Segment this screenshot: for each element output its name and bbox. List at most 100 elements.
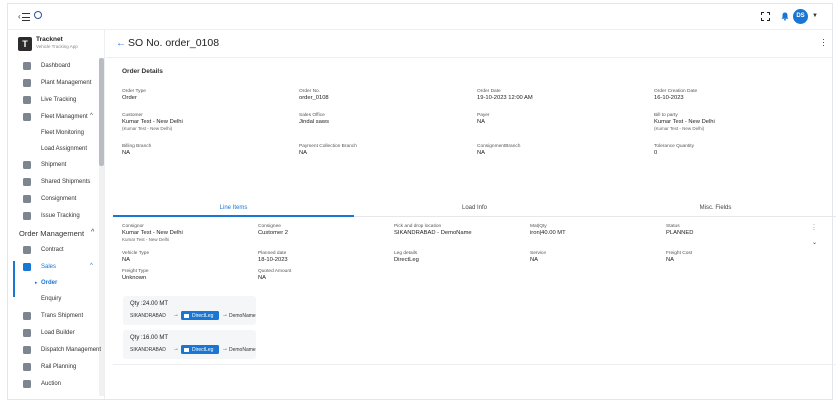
- chevron-down-icon[interactable]: ⌄: [812, 239, 817, 246]
- field-value: NA: [477, 150, 486, 156]
- section-label: Order Management: [19, 229, 85, 238]
- sidebar-item-sales[interactable]: Sales ^: [8, 260, 99, 275]
- leg-qty: Qty :24.00 MT: [130, 301, 169, 307]
- sidebar-item-auction[interactable]: Auction: [8, 377, 99, 392]
- field-value: SIKANDRABAD - DemoName: [394, 230, 472, 236]
- field-value: Kumar Test - New Delhi: [122, 119, 183, 125]
- chevron-down-icon[interactable]: ▼: [812, 13, 818, 19]
- sidebar-item-label: Issue Tracking: [41, 213, 80, 219]
- bell-icon[interactable]: [781, 12, 789, 21]
- li-leg-details: Leg details DirectLeg: [394, 251, 524, 264]
- sidebar-item-label: Sales: [41, 264, 57, 270]
- li-service: Service NA: [530, 251, 660, 264]
- sidebar-item-plant-management[interactable]: Plant Management: [8, 76, 99, 91]
- shipment-icon: [23, 161, 31, 169]
- sidebar-item-issue-tracking[interactable]: Issue Tracking: [8, 209, 99, 224]
- fleet-icon: [23, 113, 31, 121]
- field-subtext: (Kumar Test - New Delhi): [654, 126, 705, 131]
- fullscreen-icon[interactable]: [761, 12, 770, 21]
- more-options-icon[interactable]: · · ·: [822, 35, 826, 50]
- field-value: NA: [258, 275, 267, 281]
- field-customer: Customer Kumar Test - New Delhi (Kumar T…: [122, 113, 292, 132]
- li-planned-date: Planned date 18-10-2023: [258, 251, 388, 264]
- field-value: NA: [122, 150, 131, 156]
- sidebar-section-order-management[interactable]: Order Management ^: [19, 229, 94, 238]
- brand-name: Tracknet: [36, 36, 63, 43]
- rail-icon: [23, 363, 31, 371]
- sidebar-item-label: Fleet Managment: [41, 114, 88, 120]
- li-status: Status PLANNED: [666, 224, 796, 237]
- sidebar-item-enquiry[interactable]: Enquiry: [8, 292, 99, 307]
- li-mat-qty: Mat|Qty iron|40.00 MT: [530, 224, 660, 237]
- sidebar-item-consignment[interactable]: Consignment: [8, 192, 99, 207]
- tab-load-info[interactable]: Load Info: [354, 199, 595, 217]
- leg-type: DirectLeg: [192, 346, 214, 353]
- sidebar-scrollbar[interactable]: [99, 58, 104, 396]
- sidebar-item-load-builder[interactable]: Load Builder: [8, 326, 99, 341]
- sidebar-item-shared-shipments[interactable]: Shared Shipments: [8, 175, 99, 190]
- leg-badge[interactable]: DirectLeg: [181, 311, 219, 320]
- sidebar-item-fleet-managment[interactable]: Fleet Managment ^: [8, 110, 99, 125]
- arrow-right-icon: →: [222, 312, 228, 318]
- field-bill-to-party: Bill to party Kumar Test - New Delhi (Ku…: [654, 113, 824, 132]
- chevron-up-icon: ^: [90, 113, 93, 119]
- sidebar-item-shipment[interactable]: Shipment: [8, 158, 99, 173]
- leg-type: DirectLeg: [192, 312, 214, 319]
- field-subtext: (Kumar Test - New Delhi): [122, 126, 173, 131]
- leg-badge[interactable]: DirectLeg: [181, 345, 219, 354]
- li-consignor: Consignor Kumar Test - New Delhi Kumar T…: [122, 224, 252, 243]
- truck-icon: [23, 96, 31, 104]
- sidebar-item-dispatch-management[interactable]: Dispatch Management: [8, 343, 101, 358]
- menu-collapse-icon[interactable]: ‹: [18, 12, 30, 22]
- arrow-right-icon: →: [222, 346, 228, 352]
- brand-logo: T: [18, 37, 32, 51]
- sidebar: T Tracknet Vehicle Tracking App Dashboar…: [8, 30, 105, 399]
- scrollbar-thumb[interactable]: [99, 58, 104, 166]
- field-value: 0: [654, 150, 658, 156]
- sidebar-item-label: Load Builder: [41, 330, 75, 336]
- field-value: Kumar Test - New Delhi: [122, 230, 183, 236]
- shared-icon: [23, 178, 31, 186]
- field-order-type: Order Type Order: [122, 89, 292, 102]
- brand-subtitle: Vehicle Tracking App: [36, 44, 78, 49]
- sidebar-item-label: Enquiry: [41, 296, 62, 302]
- field-value: Kumar Test - New Delhi: [654, 119, 715, 125]
- line-item-more-icon[interactable]: · · ·: [813, 222, 817, 233]
- bullet-icon: ▸: [35, 279, 38, 286]
- tab-misc-fields[interactable]: Misc. Fields: [595, 199, 836, 217]
- field-value: Customer 2: [258, 230, 288, 236]
- dispatch-icon: [23, 346, 31, 354]
- sidebar-item-fleet-monitoring[interactable]: Fleet Monitoring: [8, 126, 99, 141]
- leg-card: Qty :24.00 MT SIKANDRABAD → DirectLeg → …: [123, 296, 256, 325]
- sidebar-item-label: Rail Planning: [41, 364, 77, 370]
- field-order-date: Order Date 19-10-2023 12:00 AM: [477, 89, 647, 102]
- sidebar-item-contract[interactable]: Contract: [8, 243, 99, 258]
- page-title: SO No. order_0108: [128, 37, 220, 49]
- chevron-up-icon: ^: [90, 263, 93, 269]
- li-freight-type: Freight Type Unknown: [122, 269, 252, 282]
- sidebar-item-label: Plant Management: [41, 80, 92, 86]
- li-vehicle-type: Vehicle Type NA: [122, 251, 252, 264]
- sidebar-item-rail-planning[interactable]: Rail Planning: [8, 360, 99, 375]
- li-consignee: Consignee Customer 2: [258, 224, 388, 237]
- chevron-up-icon: ^: [91, 229, 95, 236]
- sidebar-item-dashboard[interactable]: Dashboard: [8, 59, 99, 74]
- field-value: 19-10-2023 12:00 AM: [477, 95, 533, 101]
- field-tolerance-quantity: Tolerance Quantity 0: [654, 144, 824, 157]
- order-card: Order Details Order Type Order Order No.…: [113, 58, 836, 398]
- field-value: NA: [666, 257, 675, 263]
- load-icon: [23, 329, 31, 337]
- sidebar-item-live-tracking[interactable]: Live Tracking: [8, 93, 99, 108]
- field-subtext: Kumar Test - New Delhi: [122, 237, 170, 242]
- field-sales-office: Sales Office Jindal saws: [299, 113, 469, 126]
- sidebar-item-load-assignment[interactable]: Load Assignment: [8, 142, 99, 157]
- trans-icon: [23, 312, 31, 320]
- field-value: Order: [122, 95, 137, 101]
- sidebar-item-order[interactable]: ▸ Order: [8, 276, 99, 291]
- field-value: Jindal saws: [299, 119, 329, 125]
- back-arrow-icon[interactable]: ←: [116, 38, 126, 49]
- sidebar-item-label: Dashboard: [41, 63, 71, 69]
- sidebar-item-trans-shipment[interactable]: Trans Shipment: [8, 309, 99, 324]
- avatar[interactable]: DS: [793, 9, 808, 24]
- tab-bar: Line Items Load Info Misc. Fields: [113, 199, 836, 217]
